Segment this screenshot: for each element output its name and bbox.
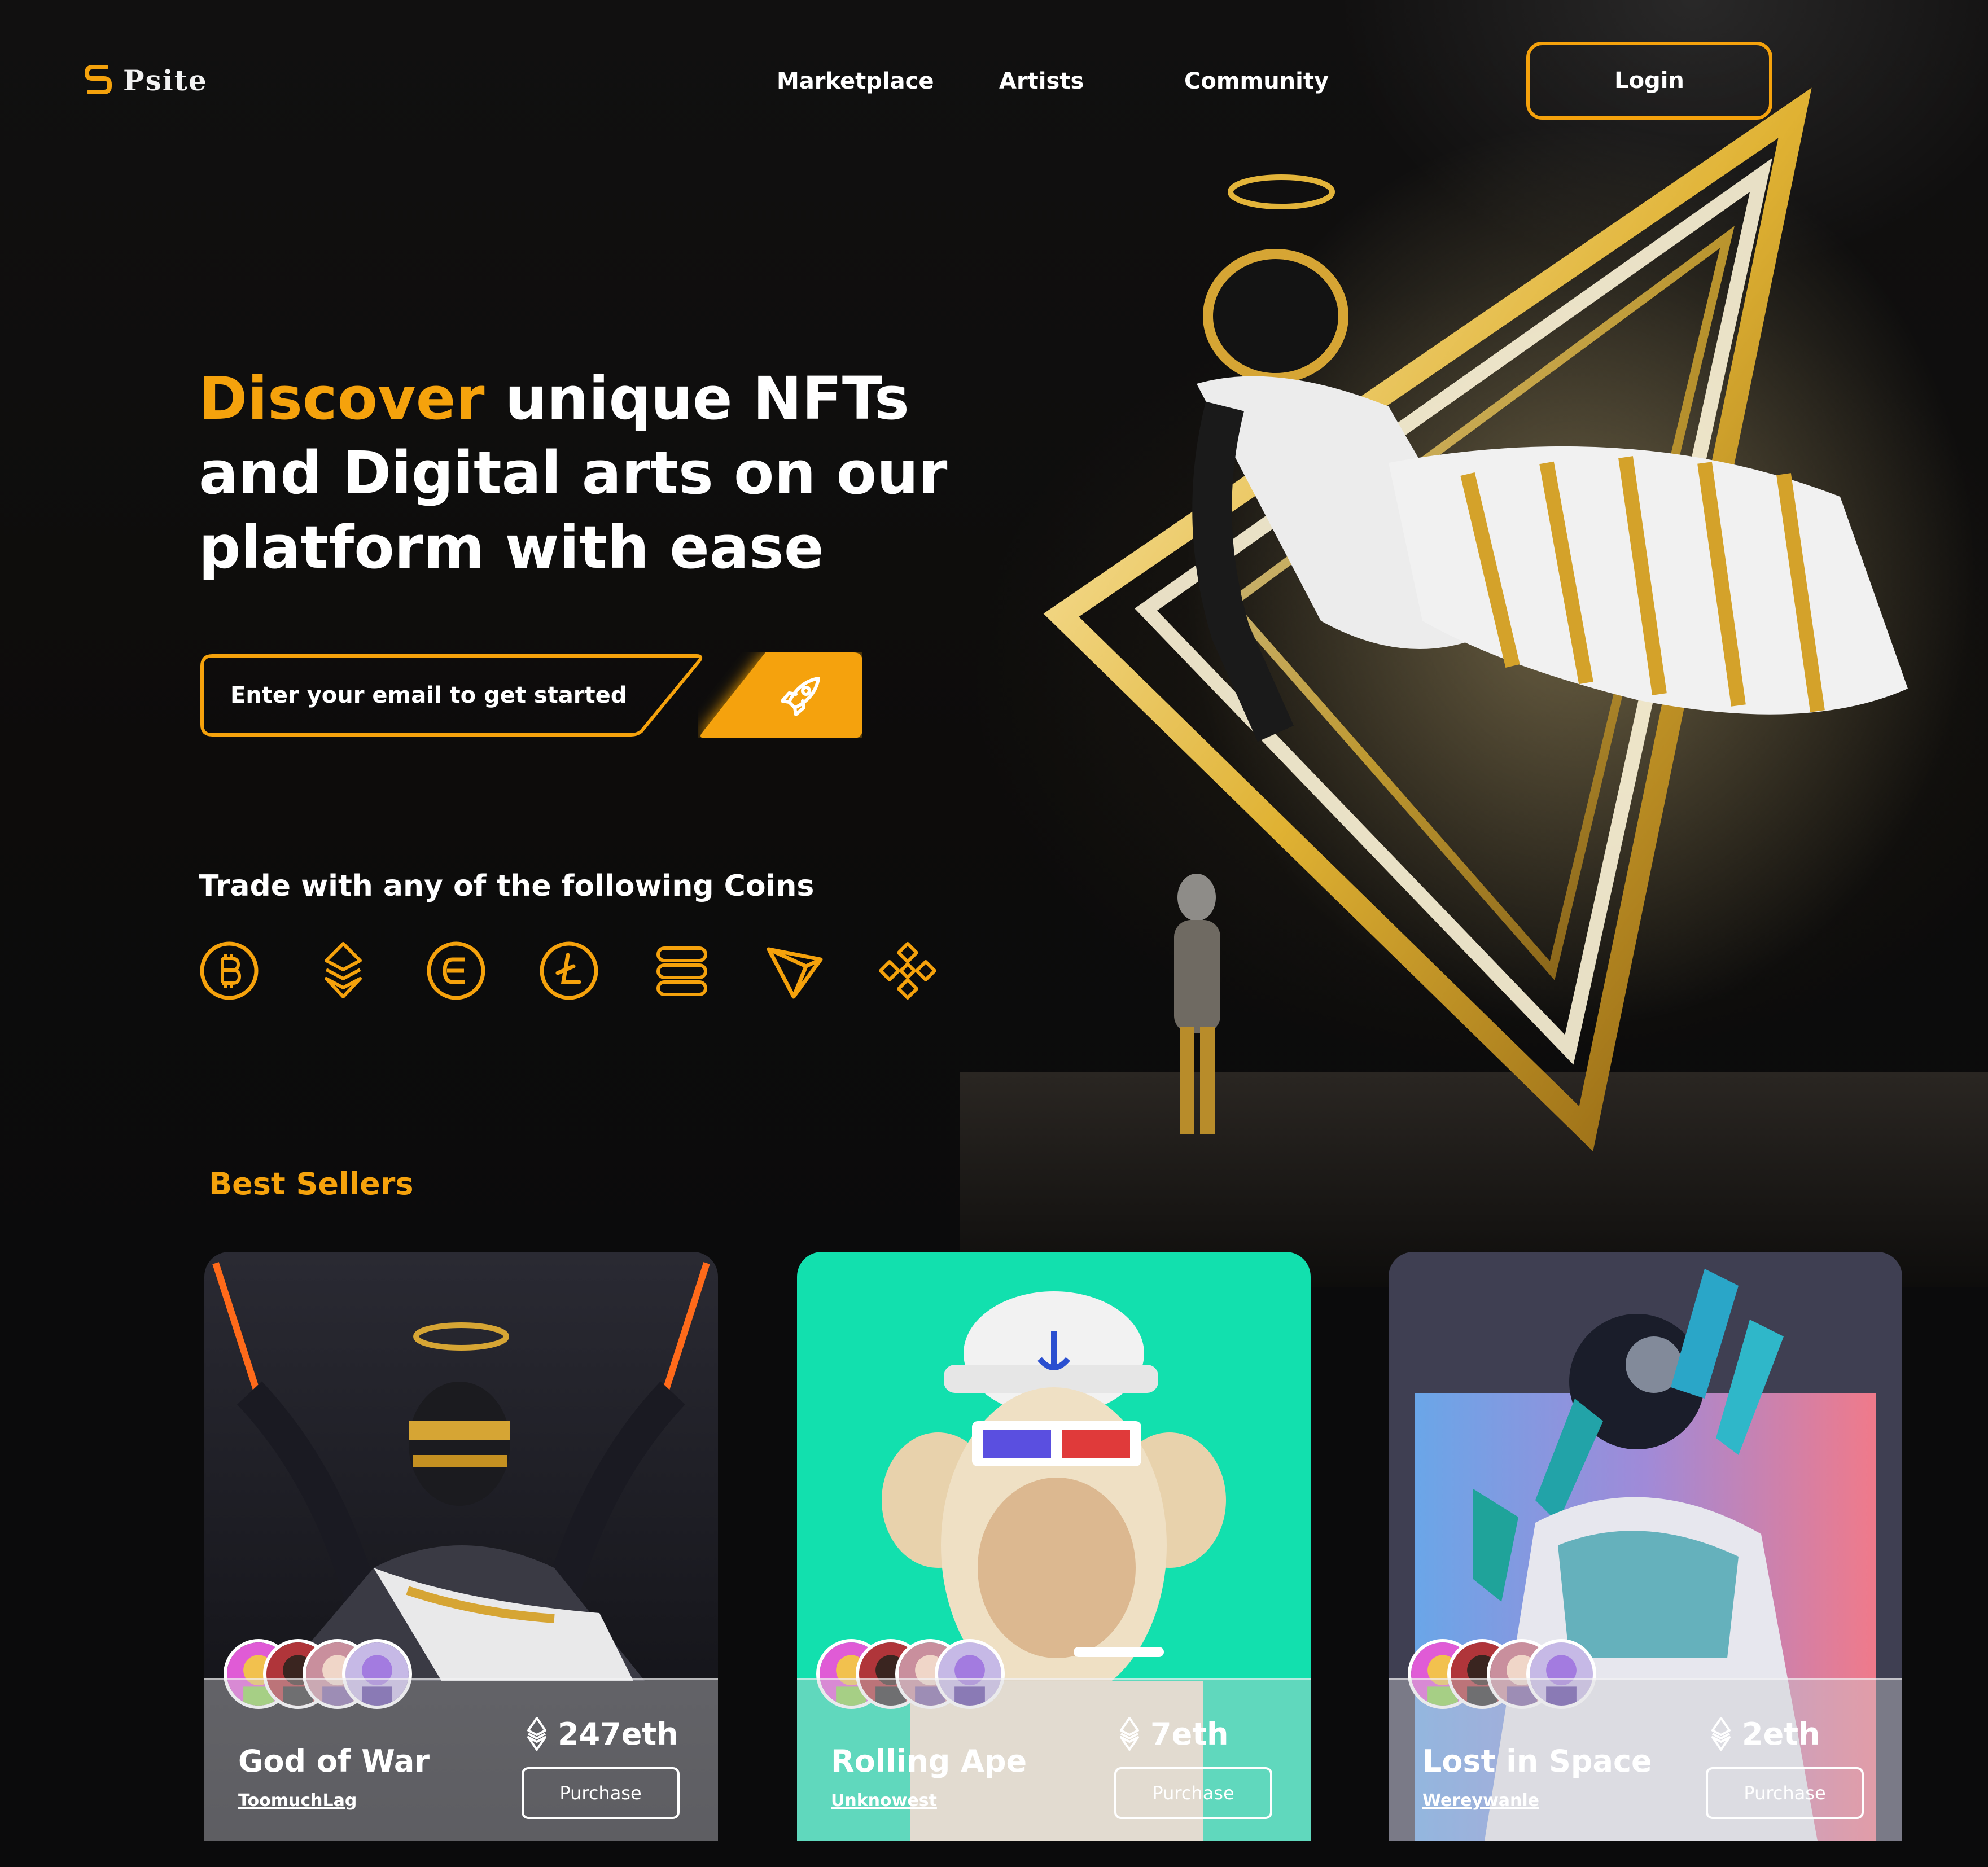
eth-icon (527, 1717, 546, 1751)
brand-name: Psite (123, 63, 208, 97)
card-info-panel: 7eth Rolling Ape Unknowest Purchase (797, 1678, 1311, 1841)
tron-icon[interactable] (764, 940, 825, 1001)
price: 2eth (1710, 1714, 1820, 1754)
brand-logo[interactable]: Psite (84, 63, 208, 97)
best-sellers-heading: Best Sellers (209, 1166, 414, 1202)
binance-icon[interactable] (877, 940, 938, 1001)
price: 7eth (1119, 1714, 1228, 1754)
coins-heading: Trade with any of the following Coins (199, 869, 815, 903)
nft-card-rolling-ape[interactable]: 7eth Rolling Ape Unknowest Purchase (797, 1252, 1311, 1841)
price-value: 247eth (558, 1716, 678, 1752)
headline-line1: unique NFTs (484, 364, 909, 433)
purchase-button[interactable]: Purchase (1114, 1767, 1272, 1819)
card-info-panel: 2eth Lost in Space Wereywanle Purchase (1389, 1678, 1902, 1841)
card-author-link[interactable]: ToomuchLag (238, 1791, 357, 1811)
purchase-button[interactable]: Purchase (1706, 1767, 1864, 1819)
get-started-button[interactable] (698, 652, 862, 738)
card-info-panel: 247eth God of War ToomuchLag Purchase (204, 1678, 718, 1841)
card-title: Rolling Ape (831, 1743, 1027, 1779)
card-title: Lost in Space (1422, 1743, 1652, 1779)
eth-stack-icon[interactable] (313, 940, 374, 1001)
nav-item-marketplace[interactable]: Marketplace (777, 63, 934, 99)
card-author-link[interactable]: Wereywanle (1422, 1791, 1539, 1811)
card-author-link[interactable]: Unknowest (831, 1791, 937, 1811)
login-button[interactable]: Login (1526, 42, 1772, 120)
nft-card-god-of-war[interactable]: 247eth God of War ToomuchLag Purchase (204, 1252, 718, 1841)
nav-item-community[interactable]: Community (1184, 63, 1329, 99)
card-title: God of War (238, 1743, 430, 1779)
e-coin-icon[interactable] (426, 940, 487, 1001)
price-value: 2eth (1742, 1716, 1820, 1752)
purchase-button[interactable]: Purchase (522, 1767, 680, 1819)
nft-card-lost-in-space[interactable]: 2eth Lost in Space Wereywanle Purchase (1389, 1252, 1902, 1841)
hero-headline: Discover unique NFTs and Digital arts on… (199, 361, 989, 585)
eth-icon (1120, 1717, 1139, 1751)
psite-logo-icon (85, 65, 112, 94)
headline-line2: and Digital arts on our (199, 439, 948, 507)
stack-coin-icon[interactable] (651, 940, 712, 1001)
eth-icon (1711, 1717, 1731, 1751)
litecoin-icon[interactable] (538, 940, 599, 1001)
price-value: 7eth (1150, 1716, 1229, 1752)
nav-item-artists[interactable]: Artists (999, 63, 1084, 99)
bitcoin-icon[interactable] (199, 940, 260, 1001)
headline-accent: Discover (199, 364, 485, 433)
headline-line3: platform with ease (199, 513, 824, 582)
hero-artwork (960, 68, 1988, 1287)
price: 247eth (526, 1714, 678, 1754)
